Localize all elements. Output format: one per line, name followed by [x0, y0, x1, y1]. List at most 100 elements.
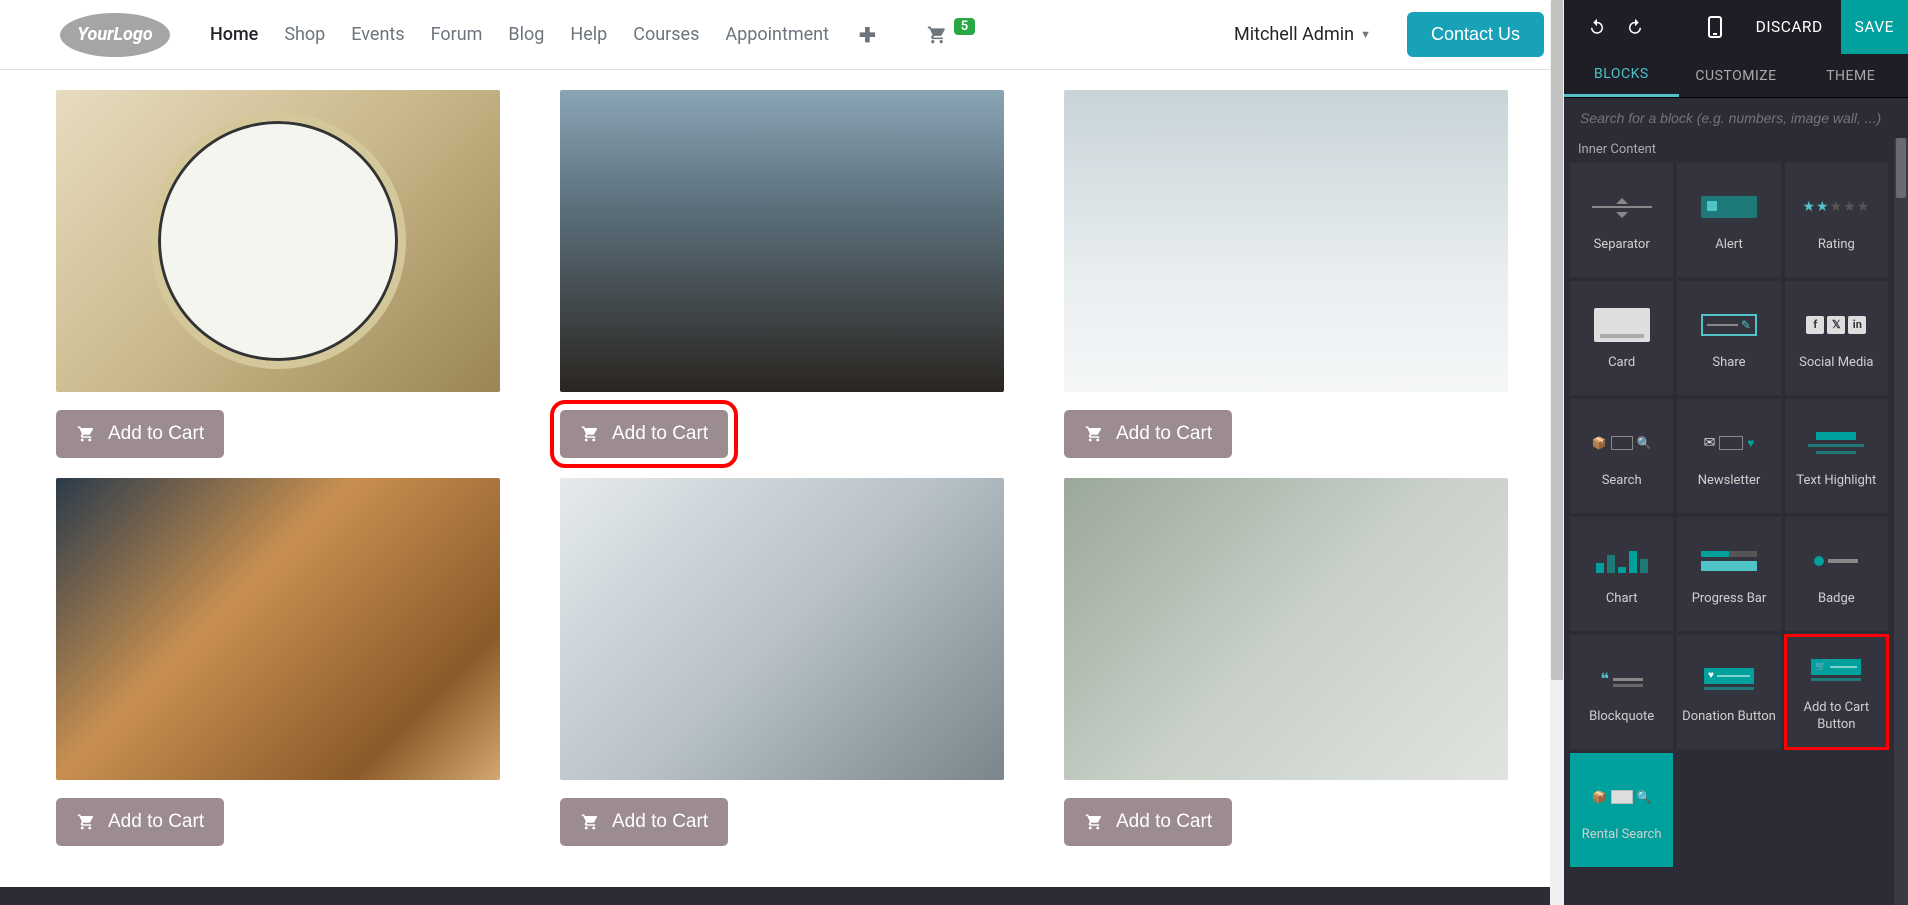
block-label: Separator	[1590, 237, 1654, 254]
block-label: Share	[1708, 355, 1749, 372]
chevron-down-icon: ▼	[1360, 28, 1371, 41]
block-label: Alert	[1711, 237, 1747, 254]
nav-shop[interactable]: Shop	[284, 24, 325, 45]
block-label: Progress Bar	[1688, 591, 1771, 608]
undo-button[interactable]	[1578, 10, 1616, 44]
block-text-highlight[interactable]: Text Highlight	[1785, 399, 1888, 513]
main-scrollbar-thumb[interactable]	[1551, 0, 1563, 680]
user-menu[interactable]: Mitchell Admin ▼	[1234, 24, 1371, 45]
block-badge[interactable]: Badge	[1785, 517, 1888, 631]
cart-icon	[76, 425, 96, 443]
user-name-label: Mitchell Admin	[1234, 24, 1354, 45]
editor-panel: DISCARD SAVE BLOCKS CUSTOMIZE THEME Inne…	[1564, 0, 1908, 905]
cart-badge: 5	[954, 18, 975, 35]
block-social-media[interactable]: f𝕏in Social Media	[1785, 281, 1888, 395]
main-scrollbar[interactable]	[1550, 0, 1564, 905]
block-alert[interactable]: Alert	[1677, 163, 1780, 277]
block-chart[interactable]: Chart	[1570, 517, 1673, 631]
badge-icon	[1814, 541, 1858, 581]
block-rating[interactable]: ★★★★★ Rating	[1785, 163, 1888, 277]
cart-icon	[1084, 813, 1104, 831]
separator-icon	[1592, 187, 1652, 227]
logo[interactable]: YourLogo	[60, 13, 170, 57]
add-to-cart-label: Add to Cart	[1116, 811, 1212, 833]
tab-customize[interactable]: CUSTOMIZE	[1679, 54, 1794, 97]
chart-icon	[1596, 541, 1648, 581]
product-card: Add to Cart	[56, 478, 500, 846]
block-card[interactable]: Card	[1570, 281, 1673, 395]
mobile-preview-button[interactable]	[1692, 16, 1738, 38]
section-label: Inner Content	[1564, 138, 1894, 163]
add-to-cart-block-icon	[1811, 650, 1861, 690]
block-blockquote[interactable]: ❝ Blockquote	[1570, 635, 1673, 749]
search-block-icon: 📦🔍	[1592, 423, 1652, 463]
block-label: Social Media	[1795, 355, 1877, 372]
block-add-to-cart-button[interactable]: Add to Cart Button	[1785, 635, 1888, 749]
nav-home[interactable]: Home	[210, 24, 258, 45]
product-grid: Add to Cart Add to Cart Add to Cart	[0, 70, 1564, 866]
newsletter-icon: ✉♥	[1704, 423, 1755, 463]
save-button[interactable]: SAVE	[1841, 0, 1908, 54]
block-progress-bar[interactable]: Progress Bar	[1677, 517, 1780, 631]
add-to-cart-button[interactable]: Add to Cart	[560, 410, 728, 458]
add-to-cart-button[interactable]: Add to Cart	[56, 798, 224, 846]
block-newsletter[interactable]: ✉♥ Newsletter	[1677, 399, 1780, 513]
block-label: Rental Search	[1578, 827, 1666, 844]
block-label: Search	[1598, 473, 1646, 490]
nav-events[interactable]: Events	[351, 24, 404, 45]
card-icon	[1594, 305, 1650, 345]
block-donation-button[interactable]: Donation Button	[1677, 635, 1780, 749]
product-image[interactable]	[56, 90, 500, 392]
block-share[interactable]: Share	[1677, 281, 1780, 395]
add-to-cart-button[interactable]: Add to Cart	[1064, 410, 1232, 458]
cart-button[interactable]: 5	[926, 25, 975, 45]
rental-search-icon: 📦🔍	[1592, 777, 1652, 817]
product-image[interactable]	[56, 478, 500, 780]
editor-tabs: BLOCKS CUSTOMIZE THEME	[1564, 54, 1908, 98]
product-card: Add to Cart	[560, 90, 1004, 458]
product-image[interactable]	[560, 90, 1004, 392]
contact-us-button[interactable]: Contact Us	[1407, 12, 1544, 57]
nav-courses[interactable]: Courses	[633, 24, 699, 45]
block-separator[interactable]: Separator	[1570, 163, 1673, 277]
block-rental-search[interactable]: 📦🔍 Rental Search	[1570, 753, 1673, 867]
add-to-cart-label: Add to Cart	[1116, 423, 1212, 445]
cart-icon	[580, 813, 600, 831]
mobile-icon	[1708, 16, 1722, 38]
editor-scrollbar[interactable]	[1894, 138, 1908, 905]
block-search-input[interactable]	[1580, 110, 1892, 126]
tab-blocks[interactable]: BLOCKS	[1564, 54, 1679, 97]
nav-appointment[interactable]: Appointment	[725, 24, 829, 45]
social-media-icon: f𝕏in	[1806, 305, 1866, 345]
footer-bar	[0, 887, 1550, 905]
add-menu-icon[interactable]: ✚	[859, 23, 876, 47]
block-label: Donation Button	[1678, 709, 1780, 726]
editor-scrollbar-thumb[interactable]	[1896, 138, 1906, 198]
redo-button[interactable]	[1616, 10, 1654, 44]
add-to-cart-label: Add to Cart	[612, 811, 708, 833]
nav-forum[interactable]: Forum	[431, 24, 483, 45]
add-to-cart-button[interactable]: Add to Cart	[56, 410, 224, 458]
block-label: Rating	[1814, 237, 1859, 254]
add-to-cart-button[interactable]: Add to Cart	[560, 798, 728, 846]
donation-button-icon	[1704, 659, 1754, 699]
nav-blog[interactable]: Blog	[508, 24, 544, 45]
tab-theme[interactable]: THEME	[1793, 54, 1908, 97]
product-image[interactable]	[1064, 90, 1508, 392]
product-card: Add to Cart	[1064, 90, 1508, 458]
cart-icon	[1084, 425, 1104, 443]
block-label: Card	[1604, 355, 1639, 372]
product-image[interactable]	[560, 478, 1004, 780]
product-image[interactable]	[1064, 478, 1508, 780]
share-icon	[1701, 305, 1757, 345]
add-to-cart-label: Add to Cart	[108, 811, 204, 833]
add-to-cart-label: Add to Cart	[612, 423, 708, 445]
cart-icon	[580, 425, 600, 443]
block-search[interactable]: 📦🔍 Search	[1570, 399, 1673, 513]
progress-bar-icon	[1701, 541, 1757, 581]
discard-button[interactable]: DISCARD	[1738, 0, 1841, 54]
block-label: Newsletter	[1694, 473, 1765, 490]
product-card: Add to Cart	[56, 90, 500, 458]
nav-help[interactable]: Help	[570, 24, 607, 45]
add-to-cart-button[interactable]: Add to Cart	[1064, 798, 1232, 846]
